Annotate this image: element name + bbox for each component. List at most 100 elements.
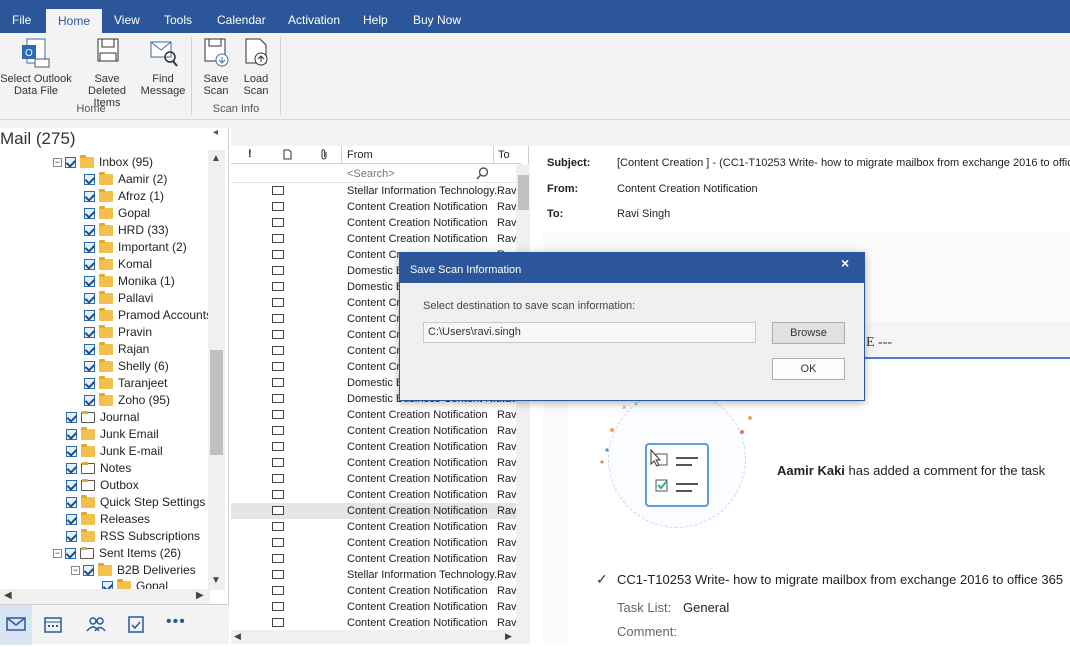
tree-horizontal-scrollbar[interactable] (0, 589, 210, 604)
tree-item-monika[interactable]: Monika (1) (84, 273, 175, 290)
tree-item-quick-step-settings[interactable]: Quick Step Settings (66, 494, 205, 511)
browse-button[interactable]: Browse (772, 322, 845, 344)
tree-item-shelly[interactable]: Shelly (6) (84, 358, 169, 375)
checkbox[interactable] (84, 225, 95, 237)
checkbox[interactable] (84, 378, 95, 390)
tree-item-hrd[interactable]: HRD (33) (84, 222, 169, 239)
find-message-button[interactable]: Find Message (140, 37, 186, 97)
tree-item-aamir[interactable]: Aamir (2) (84, 171, 167, 188)
table-row[interactable]: Content Creation Notification Rav (231, 471, 521, 487)
checkbox[interactable] (84, 327, 95, 339)
tab-file[interactable]: File (0, 0, 43, 33)
table-row[interactable]: Content Creation Notification Rav (231, 583, 521, 599)
checkbox[interactable] (84, 344, 95, 356)
scroll-down-icon[interactable]: ▼ (211, 575, 221, 586)
collapse-icon[interactable]: − (53, 549, 62, 559)
tab-tools[interactable]: Tools (152, 0, 204, 33)
checkbox[interactable] (84, 208, 95, 220)
table-row[interactable]: Stellar Information Technology... Rav (231, 183, 521, 199)
tab-calendar[interactable]: Calendar (205, 0, 278, 33)
checkbox[interactable] (66, 429, 77, 441)
save-deleted-items-button[interactable]: Save Deleted Items (74, 37, 140, 109)
close-icon[interactable]: × (841, 255, 849, 271)
tab-help[interactable]: Help (351, 0, 400, 33)
scroll-left-icon[interactable]: ◀ (4, 590, 12, 601)
checkbox[interactable] (65, 157, 76, 169)
tree-item-journal[interactable]: Journal (66, 409, 139, 426)
tree-item-sent-items[interactable]: − Sent Items (26) (53, 545, 181, 562)
table-row[interactable]: Content Creation Notification Rav (231, 599, 521, 615)
tree-item-pravin[interactable]: Pravin (84, 324, 152, 341)
destination-path-input[interactable]: C:\Users\ravi.singh (423, 322, 756, 343)
list-horizontal-scrollbar[interactable] (231, 630, 516, 644)
tree-item-junk-e-mail[interactable]: Junk E-mail (66, 443, 163, 460)
checkbox[interactable] (83, 565, 94, 577)
ok-button[interactable]: OK (772, 358, 845, 380)
tree-item-rajan[interactable]: Rajan (84, 341, 149, 358)
table-row[interactable]: Content Creation Notification Rav (231, 215, 521, 231)
collapse-icon[interactable]: − (53, 158, 62, 168)
tree-item-gopal-sub[interactable]: Gopal (102, 578, 168, 589)
checkbox[interactable] (65, 548, 76, 560)
checkbox[interactable] (66, 463, 77, 475)
collapse-icon[interactable]: − (71, 566, 80, 576)
table-row[interactable]: Content Creation Notification Rav (231, 423, 521, 439)
checkbox[interactable] (66, 497, 77, 509)
tree-item-gopal[interactable]: Gopal (84, 205, 150, 222)
table-row[interactable]: Content Creation Notification Rav (231, 455, 521, 471)
checkbox[interactable] (66, 446, 77, 458)
checkbox[interactable] (84, 259, 95, 271)
attachment-column-icon[interactable] (321, 148, 328, 160)
tree-item-releases[interactable]: Releases (66, 511, 150, 528)
tasks-icon[interactable] (126, 615, 146, 633)
collapse-pane-icon[interactable]: ◂ (213, 127, 218, 138)
scroll-up-icon[interactable]: ▲ (211, 153, 221, 164)
tree-item-rss-subscriptions[interactable]: RSS Subscriptions (66, 528, 200, 545)
table-row[interactable]: Content Creation Notification Rav (231, 487, 521, 503)
tree-item-b2b-deliveries[interactable]: − B2B Deliveries (71, 562, 196, 579)
tree-scroll-thumb[interactable] (210, 350, 223, 455)
tab-buy-now[interactable]: Buy Now (401, 0, 473, 33)
tree-item-zoho[interactable]: Zoho (95) (84, 392, 170, 409)
table-row[interactable]: Content Creation Notification Rav (231, 407, 521, 423)
save-scan-button[interactable]: Save Scan (197, 37, 235, 97)
checkbox[interactable] (84, 276, 95, 288)
tree-item-important[interactable]: Important (2) (84, 239, 187, 256)
table-row[interactable]: Content Creation Notification Rav (231, 551, 521, 567)
list-vertical-scrollbar[interactable] (516, 164, 530, 644)
checkbox[interactable] (84, 395, 95, 407)
table-row[interactable]: Stellar Information Technology... Rav (231, 567, 521, 583)
tab-home[interactable]: Home (46, 9, 103, 33)
checkbox[interactable] (84, 191, 95, 203)
table-row[interactable]: Content Creation Notification Rav (231, 199, 521, 215)
checkbox[interactable] (66, 412, 77, 424)
tree-item-afroz[interactable]: Afroz (1) (84, 188, 164, 205)
task-title[interactable]: CC1-T10253 Write- how to migrate mailbox… (617, 572, 1070, 587)
list-scroll-thumb[interactable] (518, 175, 529, 210)
checkbox[interactable] (84, 174, 95, 186)
checkbox[interactable] (84, 242, 95, 254)
search-icon[interactable] (476, 167, 489, 180)
table-row[interactable]: Content Creation Notification Rav (231, 615, 521, 631)
load-scan-button[interactable]: Load Scan (237, 37, 275, 97)
tab-view[interactable]: View (102, 0, 152, 33)
checkbox[interactable] (84, 361, 95, 373)
tree-item-junk-email[interactable]: Junk Email (66, 426, 159, 443)
checkbox[interactable] (84, 293, 95, 305)
table-row[interactable]: Content Creation Notification Rav (231, 231, 521, 247)
tree-item-komal[interactable]: Komal (84, 256, 152, 273)
from-column-header[interactable]: From (347, 149, 373, 161)
more-icon[interactable]: ••• (166, 613, 186, 631)
scroll-left-icon[interactable]: ◀ (234, 631, 241, 642)
document-column-icon[interactable] (283, 149, 292, 160)
tree-item-outbox[interactable]: Outbox (66, 477, 139, 494)
table-row[interactable]: Content Creation Notification Rav (231, 535, 521, 551)
checkbox[interactable] (84, 310, 95, 322)
tree-item-pallavi[interactable]: Pallavi (84, 290, 153, 307)
scroll-right-icon[interactable]: ▶ (196, 590, 204, 601)
table-row[interactable]: Content Creation Notification Rav (231, 439, 521, 455)
checkbox[interactable] (66, 531, 77, 543)
contacts-icon[interactable] (86, 615, 106, 633)
tree-item-inbox[interactable]: − Inbox (95) (53, 154, 153, 171)
select-outlook-data-file-button[interactable]: O Select Outlook Data File (0, 37, 72, 97)
